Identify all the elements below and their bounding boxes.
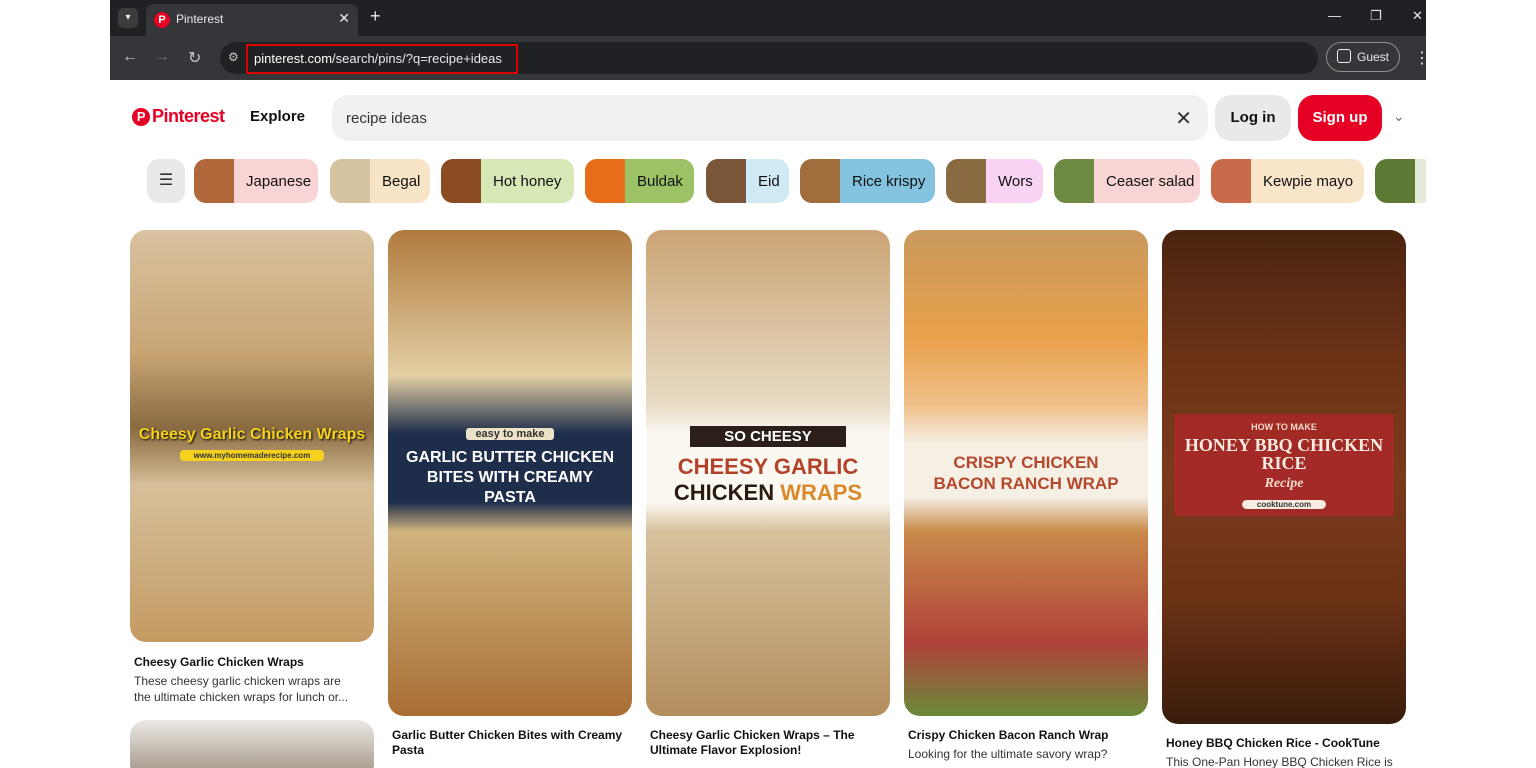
pinterest-logo-icon: P xyxy=(132,108,150,126)
chip-thumbnail xyxy=(1375,159,1415,203)
tab-close-icon[interactable]: ✕ xyxy=(338,10,350,27)
pinterest-favicon-icon: P xyxy=(154,12,170,28)
chip-eid[interactable]: Eid xyxy=(706,159,789,203)
pinterest-header: PPinterest Explore ✕ Log in Sign up ⌄ xyxy=(110,80,1426,156)
browser-menu-icon[interactable]: ⋮ xyxy=(1414,48,1426,68)
chip-japanese[interactable]: Japanese xyxy=(194,159,318,203)
chip-thumbnail xyxy=(946,159,986,203)
chip-thumbnail xyxy=(1054,159,1094,203)
chip-thumbnail xyxy=(194,159,234,203)
chip-kewpie-mayo[interactable]: Kewpie mayo xyxy=(1211,159,1364,203)
chip-begal[interactable]: Begal xyxy=(330,159,430,203)
browser-window: ▾ P Pinterest ✕ + — ❐ ✕ ← → ↻ ⚙ pinteres… xyxy=(110,0,1426,768)
pin-title[interactable]: Cheesy Garlic Chicken Wraps – The Ultimat… xyxy=(650,728,890,758)
tab-pinterest[interactable]: P Pinterest ✕ xyxy=(146,4,358,36)
pin-overlay-title: CRISPY CHICKEN BACON RANCH WRAP xyxy=(933,453,1119,493)
guest-profile-button[interactable]: Guest xyxy=(1326,42,1400,72)
chip-ceaser-salad[interactable]: Ceaser salad xyxy=(1054,159,1200,203)
pin-caption: Garlic Butter Chicken Bites with Creamy P… xyxy=(392,728,632,758)
pin-overlay-script: Recipe xyxy=(1264,476,1304,491)
pin-description: Looking for the ultimate savory wrap? xyxy=(908,747,1108,761)
pin-image[interactable]: HOW TO MAKE HONEY BBQ CHICKEN RICE Recipe… xyxy=(1162,230,1406,724)
chip-thumbnail xyxy=(585,159,625,203)
pin-image[interactable]: SO CHEESY CHEESY GARLIC CHICKEN WRAPS xyxy=(646,230,890,716)
chip-rice-krispy[interactable]: Rice krispy xyxy=(800,159,935,203)
chip-wors[interactable]: Wors xyxy=(946,159,1043,203)
pin-description: This One-Pan Honey BBQ Chicken Rice is xyxy=(1166,755,1393,768)
pin-overlay-title: GARLIC BUTTER CHICKEN BITES WITH CREAMY PA… xyxy=(406,449,614,506)
url-text[interactable]: pinterest.com/search/pins/?q=recipe+idea… xyxy=(246,44,518,74)
pin-caption: Cheesy Garlic Chicken Wraps These cheesy… xyxy=(134,655,374,705)
chip-thumbnail xyxy=(800,159,840,203)
pin-overlay-site: cooktune.com xyxy=(1242,500,1326,509)
site-info-icon[interactable]: ⚙ xyxy=(228,50,239,64)
address-bar[interactable]: ⚙ pinterest.com/search/pins/?q=recipe+id… xyxy=(220,42,1318,74)
explore-link[interactable]: Explore xyxy=(250,108,305,125)
pin-image[interactable]: CRISPY CHICKEN BACON RANCH WRAP xyxy=(904,230,1148,716)
reload-icon[interactable]: ↻ xyxy=(188,48,201,68)
signup-button[interactable]: Sign up xyxy=(1298,95,1382,141)
tab-search-icon[interactable]: ▾ xyxy=(118,8,138,28)
login-button[interactable]: Log in xyxy=(1215,95,1291,141)
pin-caption: Cheesy Garlic Chicken Wraps – The Ultimat… xyxy=(650,728,890,758)
pin-title[interactable]: Crispy Chicken Bacon Ranch Wrap xyxy=(908,728,1148,743)
chip-thumbnail xyxy=(330,159,370,203)
chevron-down-icon[interactable]: ⌄ xyxy=(1393,108,1405,125)
pin-caption: Honey BBQ Chicken Rice - CookTune This O… xyxy=(1166,736,1406,768)
search-input[interactable] xyxy=(346,95,1146,141)
forward-icon[interactable]: → xyxy=(154,48,170,66)
pin-overlay-tag: SO CHEESY xyxy=(690,426,846,447)
close-window-icon[interactable]: ✕ xyxy=(1412,8,1423,24)
chip-hot-honey[interactable]: Hot honey xyxy=(441,159,574,203)
pin-title[interactable]: Honey BBQ Chicken Rice - CookTune xyxy=(1166,736,1406,751)
pin-overlay-title: Cheesy Garlic Chicken Wraps xyxy=(138,426,366,443)
clear-search-icon[interactable]: ✕ xyxy=(1175,106,1192,131)
pin-caption: Crispy Chicken Bacon Ranch Wrap Looking … xyxy=(908,728,1148,762)
pin-overlay-url: www.myhomemaderecipe.com xyxy=(180,450,324,461)
new-tab-icon[interactable]: + xyxy=(370,6,381,27)
suggestion-chips: ☰ Japanese Begal Hot honey Buldak Eid Ri… xyxy=(146,159,1426,203)
pin-image[interactable]: Cheesy Garlic Chicken Wraps www.myhomema… xyxy=(130,230,374,642)
pin-title[interactable]: Garlic Butter Chicken Bites with Creamy P… xyxy=(392,728,632,758)
pin-image[interactable]: easy to make GARLIC BUTTER CHICKEN BITES … xyxy=(388,230,632,716)
filter-icon[interactable]: ☰ xyxy=(147,159,185,203)
profile-icon xyxy=(1337,49,1351,63)
pin-overlay-tag: easy to make xyxy=(466,428,554,440)
chip-buldak[interactable]: Buldak xyxy=(585,159,694,203)
browser-toolbar: ← → ↻ ⚙ pinterest.com/search/pins/?q=rec… xyxy=(110,36,1426,80)
tab-title: Pinterest xyxy=(176,12,224,26)
back-icon[interactable]: ← xyxy=(122,48,138,66)
search-bar[interactable]: ✕ xyxy=(332,95,1208,141)
tab-strip: ▾ P Pinterest ✕ + — ❐ ✕ xyxy=(110,0,1426,36)
chip-thumbnail xyxy=(1211,159,1251,203)
pin-overlay-small: HOW TO MAKE xyxy=(1251,422,1317,432)
restore-icon[interactable]: ❐ xyxy=(1370,8,1382,24)
pin-overlay-title: HONEY BBQ CHICKEN RICE xyxy=(1184,435,1384,473)
pin-overlay-title: CHEESY GARLIC CHICKEN WRAPS xyxy=(673,454,863,505)
chip-thumbnail xyxy=(441,159,481,203)
minimize-icon[interactable]: — xyxy=(1328,8,1341,23)
pin-image[interactable] xyxy=(130,720,374,768)
chip-partial[interactable] xyxy=(1375,159,1426,203)
pinterest-logo[interactable]: P Pinterest xyxy=(132,106,225,127)
pin-description: These cheesy garlic chicken wraps are the… xyxy=(134,674,349,704)
pin-title[interactable]: Cheesy Garlic Chicken Wraps xyxy=(134,655,374,670)
chip-thumbnail xyxy=(706,159,746,203)
